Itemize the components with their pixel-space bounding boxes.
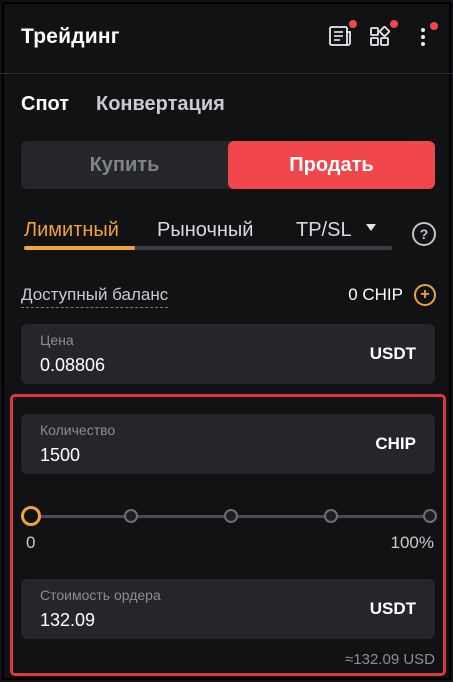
tab-convert[interactable]: Конвертация bbox=[96, 93, 225, 116]
tab-spot[interactable]: Спот bbox=[21, 93, 69, 116]
slider-mark-75[interactable] bbox=[324, 509, 338, 523]
slider-max-label: 100% bbox=[390, 533, 434, 552]
price-label: Цена bbox=[40, 332, 74, 348]
page-title: Трейдинг bbox=[21, 25, 120, 48]
order-value-field[interactable]: Стоимость ордера 132.09 USDT bbox=[21, 579, 435, 639]
header: Трейдинг bbox=[0, 0, 453, 74]
add-funds-icon[interactable]: + bbox=[414, 284, 436, 306]
chevron-down-icon[interactable] bbox=[366, 224, 376, 231]
slider-mark-25[interactable] bbox=[124, 509, 138, 523]
balance-value: 0 CHIP bbox=[348, 285, 403, 304]
price-input[interactable]: 0.08806 bbox=[40, 355, 105, 376]
buy-button[interactable]: Купить bbox=[21, 141, 228, 189]
order-type-indicator bbox=[24, 246, 135, 250]
quantity-input[interactable]: 1500 bbox=[40, 445, 80, 466]
side-toggle: Купить Продать bbox=[21, 141, 435, 189]
notification-dot bbox=[349, 20, 357, 28]
help-icon[interactable]: ? bbox=[412, 222, 436, 246]
slider-mark-100[interactable] bbox=[423, 509, 437, 523]
slider-min-label: 0 bbox=[26, 533, 36, 552]
order-value-approx: ≈132.09 USD bbox=[345, 651, 435, 668]
price-field[interactable]: Цена 0.08806 USDT bbox=[21, 324, 435, 384]
order-value-unit: USDT bbox=[369, 599, 416, 618]
sell-button[interactable]: Продать bbox=[228, 141, 435, 189]
order-value-label: Стоимость ордера bbox=[40, 587, 161, 603]
order-type-market[interactable]: Рыночный bbox=[157, 219, 253, 242]
quantity-unit[interactable]: CHIP bbox=[375, 434, 416, 454]
apps-icon[interactable] bbox=[369, 24, 393, 48]
notification-dot bbox=[390, 20, 398, 28]
slider-mark-50[interactable] bbox=[224, 509, 238, 523]
percent-slider-thumb[interactable] bbox=[21, 506, 41, 526]
price-unit: USDT bbox=[369, 344, 416, 363]
quantity-field[interactable]: Количество 1500 CHIP bbox=[21, 414, 435, 474]
news-icon[interactable] bbox=[328, 24, 352, 48]
notification-dot bbox=[430, 22, 438, 30]
order-value-input[interactable]: 132.09 bbox=[40, 610, 95, 631]
quantity-label: Количество bbox=[40, 422, 116, 438]
order-type-tpsl[interactable]: TP/SL bbox=[296, 219, 352, 242]
order-type-limit[interactable]: Лимитный bbox=[24, 219, 119, 242]
balance-label[interactable]: Доступный баланс bbox=[21, 285, 169, 308]
